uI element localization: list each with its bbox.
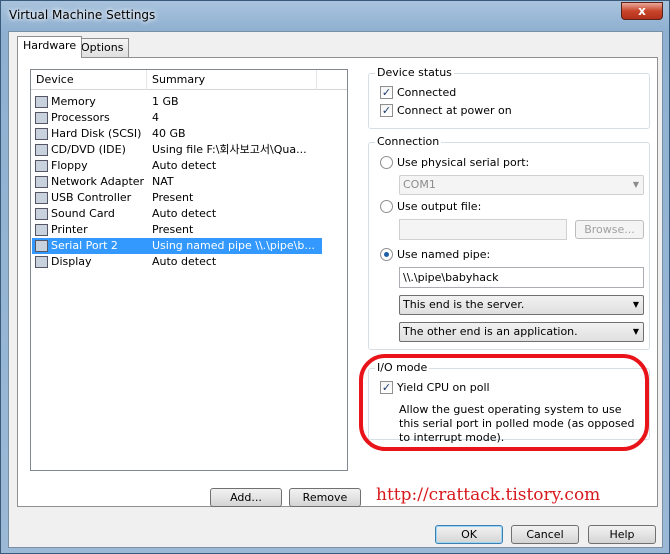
usb-icon [35,192,48,204]
device-row[interactable]: Serial Port 2 Using named pipe \\.\pipe\b… [32,238,322,254]
serial-port-icon [35,240,48,252]
device-row[interactable]: USB Controller Present [32,190,322,206]
watermark-url: http://crattack.tistory.com [376,485,601,505]
connected-checkbox[interactable]: ✓ [380,86,393,99]
device-row[interactable]: Processors 4 [32,110,322,126]
connect-at-power-on-checkbox[interactable]: ✓ [380,104,393,117]
device-name: Display [51,255,92,268]
vm-settings-window: Virtual Machine Settings x Hardware Opti… [0,0,670,554]
device-summary: 40 GB [152,127,186,140]
cd-dvd-icon [35,144,48,156]
device-name: Network Adapter [51,175,145,188]
device-list[interactable]: Device Summary Memory 1 GB Processors 4 Hard… [30,69,348,471]
window-title: Virtual Machine Settings [9,8,156,22]
device-summary: Present [152,223,194,236]
network-adapter-icon [35,176,48,188]
device-status-group: Device status ✓ Connected ✓ Connect at p… [368,66,650,129]
processor-icon [35,112,48,124]
physical-serial-port-label: Use physical serial port: [397,156,530,169]
device-row[interactable]: Network Adapter NAT [32,174,322,190]
device-summary: Using named pipe \\.\pipe\b... [152,239,315,252]
browse-button[interactable]: Browse... [575,220,644,239]
pipe-end-select[interactable]: This end is the server. ▼ [399,295,644,315]
column-header-summary[interactable]: Summary [147,70,317,90]
device-row[interactable]: Floppy Auto detect [32,158,322,174]
connected-label: Connected [397,86,457,99]
chevron-down-icon: ▼ [632,300,639,309]
add-button[interactable]: Add... [210,488,282,507]
chevron-down-icon: ▼ [632,327,639,336]
pipe-end-value: This end is the server. [403,298,525,311]
device-name: Processors [51,111,110,124]
device-name: Memory [51,95,96,108]
device-name: Floppy [51,159,88,172]
connection-group: Connection Use physical serial port: COM… [368,135,650,350]
physical-serial-port-radio[interactable] [380,156,393,169]
hard-disk-icon [35,128,48,140]
device-name: Hard Disk (SCSI) [51,127,142,140]
device-row[interactable]: Sound Card Auto detect [32,206,322,222]
device-name: CD/DVD (IDE) [51,143,126,156]
cancel-button[interactable]: Cancel [511,525,579,544]
physical-port-value: COM1 [403,178,436,191]
named-pipe-radio[interactable] [380,248,393,261]
display-icon [35,256,48,268]
output-file-label: Use output file: [397,200,482,213]
chevron-down-icon: ▼ [632,180,639,189]
other-end-value: The other end is an application. [403,325,578,338]
device-summary: Using file F:\회사보고서\Qua... [152,143,307,156]
device-row[interactable]: CD/DVD (IDE) Using file F:\회사보고서\Qua... [32,142,322,158]
named-pipe-input[interactable]: \\.\pipe\babyhack [399,267,644,288]
title-bar[interactable]: Virtual Machine Settings x [1,1,669,31]
device-summary: 1 GB [152,95,179,108]
device-summary: Auto detect [152,255,217,268]
help-button[interactable]: Help [588,525,656,544]
connection-title: Connection [375,135,442,149]
device-row[interactable]: Printer Present [32,222,322,238]
close-button[interactable]: x [621,2,663,20]
sound-card-icon [35,208,48,220]
device-row[interactable]: Display Auto detect [32,254,322,270]
device-summary: Auto detect [152,207,217,220]
dialog-client-area: Hardware Options Device Summary Memory 1 … [8,31,663,548]
device-status-title: Device status [375,66,454,80]
tab-hardware[interactable]: Hardware [17,36,83,58]
device-summary: Present [152,191,194,204]
ok-button[interactable]: OK [435,525,503,544]
device-summary: NAT [152,175,174,188]
named-pipe-label: Use named pipe: [397,248,491,261]
other-end-select[interactable]: The other end is an application. ▼ [399,322,644,342]
device-list-header: Device Summary [31,70,347,90]
device-name: Sound Card [51,207,115,220]
column-header-device[interactable]: Device [31,70,147,90]
device-summary: 4 [152,111,159,124]
connect-at-power-on-label: Connect at power on [397,104,512,117]
device-name: USB Controller [51,191,132,204]
output-file-input[interactable] [399,219,567,240]
floppy-icon [35,160,48,172]
device-name: Printer [51,223,88,236]
device-name: Serial Port 2 [51,239,118,252]
device-row[interactable]: Memory 1 GB [32,94,322,110]
io-mode-highlight-ring [359,354,649,451]
device-summary: Auto detect [152,159,217,172]
remove-button[interactable]: Remove [289,488,361,507]
memory-icon [35,96,48,108]
device-row[interactable]: Hard Disk (SCSI) 40 GB [32,126,322,142]
output-file-radio[interactable] [380,200,393,213]
tab-options[interactable]: Options [75,38,130,58]
physical-port-select[interactable]: COM1 ▼ [399,175,644,195]
printer-icon [35,224,48,236]
